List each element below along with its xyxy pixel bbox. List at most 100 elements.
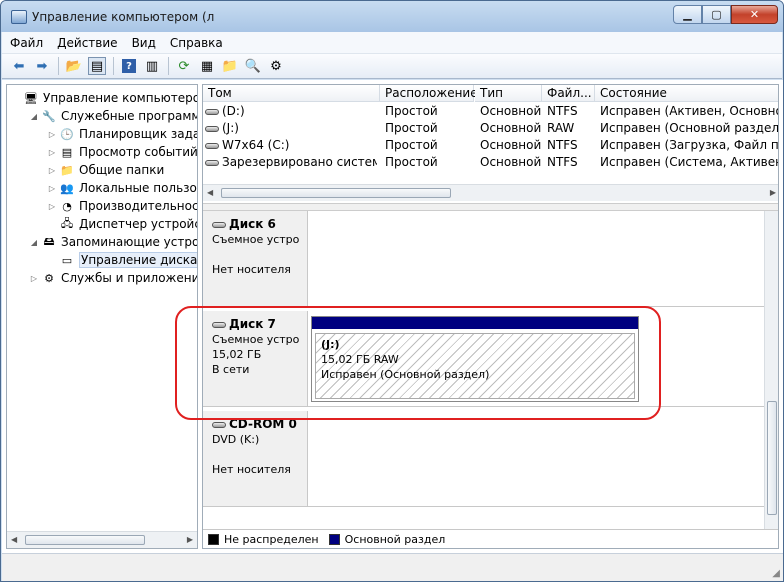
tree-node[interactable]: ▷🕒 Планировщик заданий bbox=[47, 125, 197, 143]
expand-toggle-icon[interactable]: ▷ bbox=[29, 274, 39, 283]
table-cell[interactable]: Основной bbox=[480, 137, 542, 154]
table-cell[interactable]: Основной bbox=[480, 103, 542, 120]
scroll-left-icon[interactable]: ◀ bbox=[11, 535, 17, 544]
cell-text: Простой bbox=[385, 104, 438, 118]
cell-text: (J:) bbox=[222, 121, 239, 135]
tree-scroll-thumb[interactable] bbox=[25, 535, 145, 545]
expand-toggle-icon[interactable]: ▷ bbox=[47, 184, 57, 193]
cell-text: NTFS bbox=[547, 104, 578, 118]
scroll-right-icon[interactable]: ▶ bbox=[187, 535, 193, 544]
refresh-button[interactable]: ⟳ bbox=[175, 57, 193, 75]
disk-map-scroll-thumb[interactable] bbox=[767, 401, 777, 515]
tree-node[interactable]: ▭ Управление дисками bbox=[47, 251, 197, 269]
column-header[interactable]: Файл... bbox=[542, 85, 595, 102]
highlight-annotation bbox=[175, 306, 661, 420]
table-cell[interactable]: Простой bbox=[385, 137, 474, 154]
table-cell[interactable]: (J:) bbox=[205, 120, 377, 137]
legend-primary-partition: Основной раздел bbox=[344, 532, 446, 546]
search-button[interactable]: 🔍 bbox=[244, 57, 262, 75]
cell-text: Основной bbox=[480, 155, 542, 169]
tree-horizontal-scrollbar[interactable]: ◀ ▶ bbox=[7, 531, 197, 548]
cell-text: W7x64 (C:) bbox=[222, 138, 290, 152]
table-cell[interactable]: Основной bbox=[480, 154, 542, 171]
tree-node-label: Просмотр событий bbox=[79, 145, 198, 159]
cell-text: NTFS bbox=[547, 155, 578, 169]
tree-node[interactable]: ▷ ◔ Производительность bbox=[47, 197, 197, 215]
help-button[interactable]: ? bbox=[120, 57, 138, 75]
table-cell[interactable]: Простой bbox=[385, 154, 474, 171]
volume-list-horizontal-scrollbar[interactable]: ◀ ▶ bbox=[203, 184, 778, 201]
settings-icon: ⚙ bbox=[270, 58, 282, 74]
menu-help[interactable]: Справка bbox=[170, 36, 223, 50]
disk-name: Диск 6 bbox=[229, 217, 276, 231]
tree-node[interactable]: ▷ ⚙ Службы и приложения bbox=[29, 269, 197, 287]
disk-map-vertical-scrollbar[interactable] bbox=[764, 211, 778, 531]
expand-toggle-icon[interactable]: ▷ bbox=[47, 166, 57, 175]
cdrom-0-label[interactable]: CD-ROM 0 DVD (K:) Нет носителя bbox=[203, 411, 308, 507]
expand-toggle-icon[interactable]: ▷ bbox=[47, 202, 57, 211]
menu-action[interactable]: Действие bbox=[57, 36, 117, 50]
tree-node[interactable]: ▷👥 Локальные пользовате bbox=[47, 179, 197, 197]
table-cell[interactable]: Исправен (Активен, Основной р bbox=[600, 103, 778, 120]
menu-view[interactable]: Вид bbox=[132, 36, 156, 50]
scroll-left-icon[interactable]: ◀ bbox=[207, 188, 213, 197]
disk-6-label[interactable]: Диск 6 Съемное устро Нет носителя bbox=[203, 211, 308, 307]
resize-grip-icon[interactable]: ◢ bbox=[772, 568, 780, 579]
expand-toggle-icon[interactable]: ▷ bbox=[47, 148, 57, 157]
expand-toggle-icon[interactable]: ▷ bbox=[47, 130, 57, 139]
show-hide-action-pane-button[interactable]: ▥ bbox=[143, 57, 161, 75]
pane-splitter[interactable] bbox=[203, 203, 778, 211]
table-cell[interactable]: (D:) bbox=[205, 103, 377, 120]
services-icon: ⚙ bbox=[44, 271, 54, 285]
title-bar[interactable]: Управление компьютером (л ▁ ▢ ✕ bbox=[1, 1, 783, 32]
volume-list-scroll-thumb[interactable] bbox=[221, 188, 451, 198]
tree-node[interactable]: 🖥 Управление компьютером (л bbox=[11, 89, 197, 107]
console-tree: ◀ ▶ 🖥Управление компьютером (л◢🔧Служебны… bbox=[6, 84, 198, 549]
volume-icon bbox=[205, 142, 219, 149]
forward-button[interactable]: ➡ bbox=[33, 57, 51, 75]
tree-node[interactable]: 🖧 Диспетчер устройств bbox=[47, 215, 197, 233]
search-icon: 🔍 bbox=[244, 58, 262, 74]
table-cell[interactable]: Зарезервировано системой bbox=[205, 154, 377, 171]
column-header[interactable]: Состояние bbox=[595, 85, 778, 102]
expand-toggle-icon[interactable]: ◢ bbox=[29, 238, 39, 247]
table-cell[interactable]: NTFS bbox=[547, 154, 595, 171]
show-hide-tree-button[interactable]: ▤ bbox=[88, 57, 106, 75]
table-cell[interactable]: Простой bbox=[385, 103, 474, 120]
table-cell[interactable]: NTFS bbox=[547, 103, 595, 120]
menu-file[interactable]: Файл bbox=[10, 36, 43, 50]
table-cell[interactable]: NTFS bbox=[547, 137, 595, 154]
table-cell[interactable]: RAW bbox=[547, 120, 595, 137]
cell-text: RAW bbox=[547, 121, 575, 135]
maximize-button[interactable]: ▢ bbox=[702, 5, 731, 24]
scroll-right-icon[interactable]: ▶ bbox=[770, 188, 776, 197]
tree-node[interactable]: ▷ ▤ Просмотр событий bbox=[47, 143, 198, 161]
storage-icon: 🖴 bbox=[43, 234, 55, 248]
properties-button[interactable]: ▦ bbox=[198, 57, 216, 75]
cell-text: Основной bbox=[480, 104, 542, 118]
cell-text: Исправен (Система, Активен, Ос bbox=[600, 155, 778, 169]
expand-toggle-icon[interactable]: ◢ bbox=[29, 112, 39, 121]
open-button[interactable]: 📁 bbox=[221, 57, 239, 75]
minimize-icon: ▁ bbox=[683, 8, 692, 21]
table-cell[interactable]: Исправен (Основной раздел) bbox=[600, 120, 778, 137]
close-button[interactable]: ✕ bbox=[731, 5, 778, 24]
tree-node[interactable]: ◢ 🖴 Запоминающие устройст bbox=[29, 233, 197, 251]
table-cell[interactable]: Простой bbox=[385, 120, 474, 137]
settings-button[interactable]: ⚙ bbox=[267, 57, 285, 75]
table-cell[interactable]: Исправен (Система, Активен, Ос bbox=[600, 154, 778, 171]
disk-status: Нет носителя bbox=[212, 263, 291, 276]
tree-node[interactable]: ▷ 📁 Общие папки bbox=[47, 161, 164, 179]
column-header[interactable]: Тип bbox=[475, 85, 542, 102]
minimize-button[interactable]: ▁ bbox=[673, 5, 702, 24]
back-button[interactable]: ⬅ bbox=[10, 57, 28, 75]
up-folder-button[interactable]: 📂 bbox=[65, 57, 83, 75]
column-header[interactable]: Расположение bbox=[380, 85, 478, 102]
tree-node[interactable]: ◢ 🔧 Служебные программы bbox=[29, 107, 197, 125]
volume-icon bbox=[205, 159, 219, 166]
table-cell[interactable]: Основной bbox=[480, 120, 542, 137]
table-cell[interactable]: Исправен (Загрузка, Файл подк bbox=[600, 137, 778, 154]
table-cell[interactable]: W7x64 (C:) bbox=[205, 137, 377, 154]
column-header[interactable]: Том bbox=[203, 85, 380, 102]
action-pane-icon: ▥ bbox=[145, 58, 159, 74]
